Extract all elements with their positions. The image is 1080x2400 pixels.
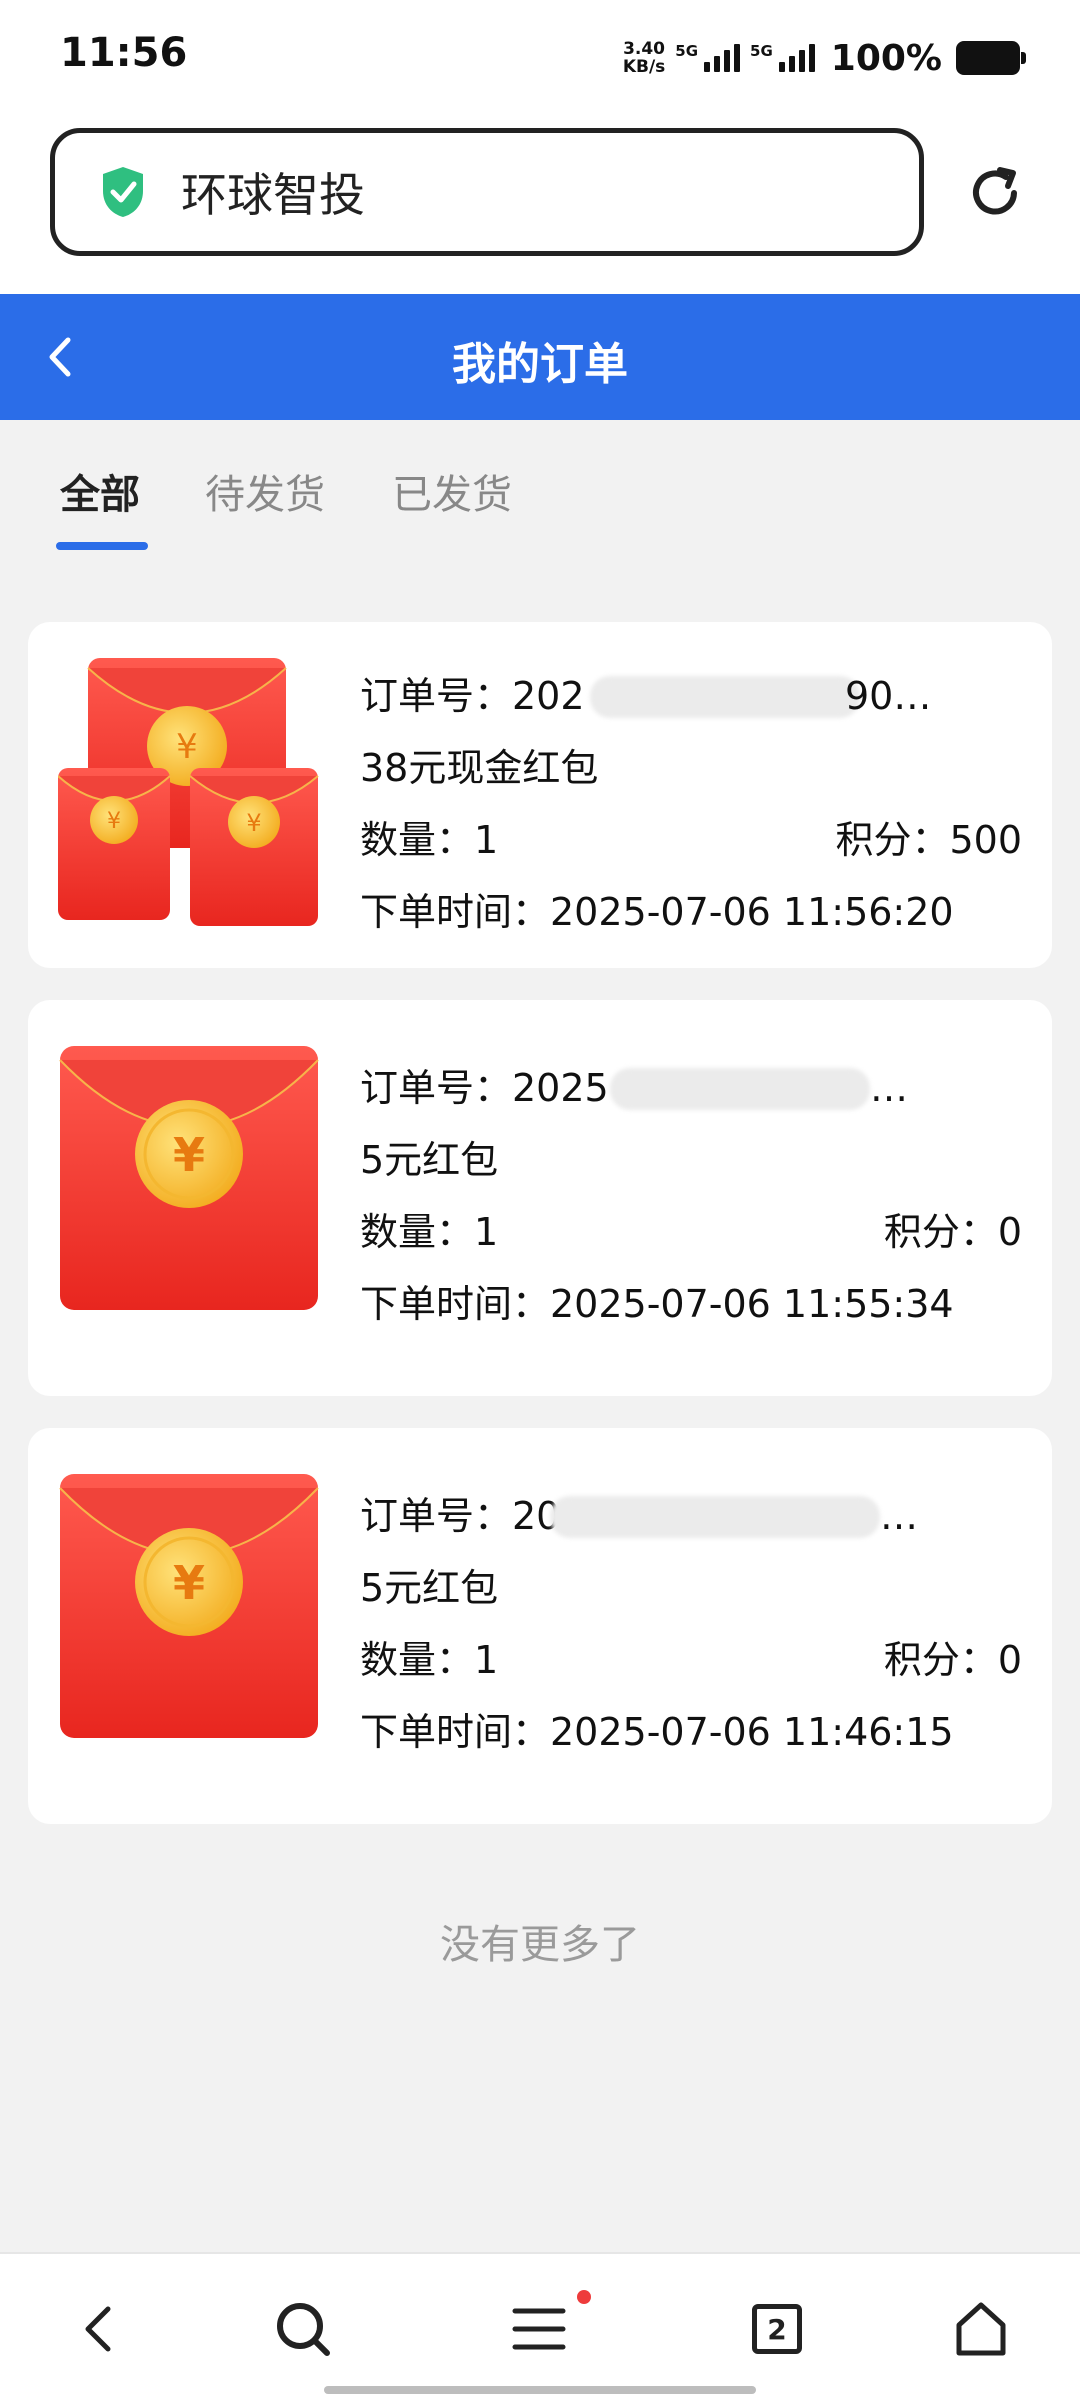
- order-info: 订单号：2025 … 5元红包 数量：1 积分：0 下单时间：2025-07-0…: [360, 1052, 1022, 1340]
- home-indicator: [324, 2386, 756, 2394]
- redacted-area: [590, 676, 860, 718]
- order-quantity: 数量：1: [360, 1210, 499, 1254]
- signal-label-2: 5G: [750, 42, 773, 60]
- order-points: 积分：500: [835, 818, 1022, 862]
- order-number-suffix: 90…: [845, 674, 932, 718]
- order-points: 积分：0: [883, 1210, 1022, 1254]
- network-speed: 3.40 KB/s: [623, 40, 665, 76]
- nav-back-button[interactable]: [64, 2294, 134, 2364]
- order-number: 订单号：20 …: [360, 1480, 1022, 1552]
- order-number-prefix: 订单号：2025: [360, 1066, 609, 1110]
- order-quantity: 数量：1: [360, 1638, 499, 1682]
- redacted-area: [550, 1496, 880, 1538]
- order-card[interactable]: ¥ 订单号：20 … 5元红包 数量：1 积分：0 下单时间：2025-07-0…: [28, 1428, 1052, 1824]
- order-number-prefix: 订单号：20: [360, 1494, 561, 1538]
- order-card[interactable]: ¥ 订单号：2025 … 5元红包 数量：1 积分：0 下单时间：2025-07…: [28, 1000, 1052, 1396]
- page-header: 我的订单: [0, 294, 1080, 420]
- site-title: 环球智投: [181, 168, 365, 222]
- order-qty-row: 数量：1 积分：0: [360, 1196, 1022, 1268]
- browser-address-area: 环球智投: [0, 118, 1080, 294]
- order-time: 下单时间：2025-07-06 11:46:15: [360, 1710, 954, 1754]
- network-speed-unit: KB/s: [622, 57, 666, 77]
- red-envelope-image: ¥: [59, 1046, 319, 1310]
- svg-text:¥: ¥: [246, 809, 261, 837]
- order-card[interactable]: ¥ ¥ ¥ 订单号：202 90… 38元现金红包 数量：1 积分：500 下单…: [28, 622, 1052, 968]
- status-time: 11:56: [60, 30, 188, 76]
- status-bar: 11:56 3.40 KB/s 5G 5G 100%: [0, 0, 1080, 118]
- browser-bottom-nav: 2: [0, 2252, 1080, 2400]
- tab-count-icon: 2: [752, 2304, 802, 2354]
- page-title: 我的订单: [452, 339, 628, 390]
- order-points: 积分：0: [883, 1638, 1022, 1682]
- order-time: 下单时间：2025-07-06 11:56:20: [360, 890, 954, 934]
- notification-dot: [577, 2290, 591, 2304]
- refresh-icon: [973, 167, 1017, 215]
- order-product-name: 5元红包: [360, 1566, 499, 1610]
- order-number-suffix: …: [870, 1066, 908, 1110]
- signal-label-1: 5G: [675, 42, 699, 60]
- nav-menu-button[interactable]: [504, 2294, 574, 2364]
- nav-tabs-button[interactable]: 2: [742, 2294, 812, 2364]
- svg-text:¥: ¥: [173, 1128, 205, 1182]
- active-tab-indicator: [56, 542, 148, 550]
- nav-search-button[interactable]: [268, 2294, 338, 2364]
- multi-red-envelope-image: ¥ ¥ ¥: [58, 658, 319, 926]
- tab-pending-shipment[interactable]: 待发货: [205, 462, 325, 520]
- chevron-left-icon: [85, 2306, 111, 2352]
- nav-home-button[interactable]: [946, 2294, 1016, 2364]
- svg-text:¥: ¥: [107, 809, 121, 834]
- order-product-name: 5元红包: [360, 1138, 499, 1182]
- order-qty-row: 数量：1 积分：500: [360, 804, 1022, 876]
- order-tabs: 全部 待发货 已发货: [0, 420, 1080, 570]
- tab-all[interactable]: 全部: [60, 462, 140, 520]
- address-bar[interactable]: 环球智投: [50, 128, 924, 256]
- home-icon: [956, 2302, 1006, 2356]
- redacted-area: [610, 1068, 870, 1110]
- tab-shipped[interactable]: 已发货: [392, 462, 512, 520]
- order-number-suffix: …: [880, 1494, 918, 1538]
- svg-text:¥: ¥: [173, 1556, 205, 1610]
- no-more-text: 没有更多了: [440, 1922, 640, 1968]
- network-speed-value: 3.40: [623, 39, 666, 59]
- order-number: 订单号：202 90…: [360, 660, 1022, 732]
- order-number-prefix: 订单号：202: [360, 674, 585, 718]
- menu-icon: [512, 2308, 566, 2350]
- order-number: 订单号：2025 …: [360, 1052, 1022, 1124]
- battery-percent: 100%: [830, 37, 942, 79]
- refresh-button[interactable]: [960, 158, 1030, 228]
- order-info: 订单号：202 90… 38元现金红包 数量：1 积分：500 下单时间：202…: [360, 660, 1022, 948]
- status-icons: 3.40 KB/s 5G 5G 100%: [623, 34, 1026, 82]
- shield-check-icon: [103, 167, 143, 217]
- order-quantity: 数量：1: [360, 818, 499, 862]
- order-info: 订单号：20 … 5元红包 数量：1 积分：0 下单时间：2025-07-06 …: [360, 1480, 1022, 1768]
- signal-icon: 5G: [675, 42, 741, 72]
- battery-icon: [956, 41, 1026, 75]
- search-icon: [277, 2303, 330, 2356]
- svg-text:¥: ¥: [176, 727, 198, 767]
- signal-icon-2: 5G: [750, 44, 815, 72]
- order-time: 下单时间：2025-07-06 11:55:34: [360, 1282, 954, 1326]
- order-qty-row: 数量：1 积分：0: [360, 1624, 1022, 1696]
- order-product-name: 38元现金红包: [360, 746, 599, 790]
- red-envelope-image: ¥: [59, 1474, 319, 1738]
